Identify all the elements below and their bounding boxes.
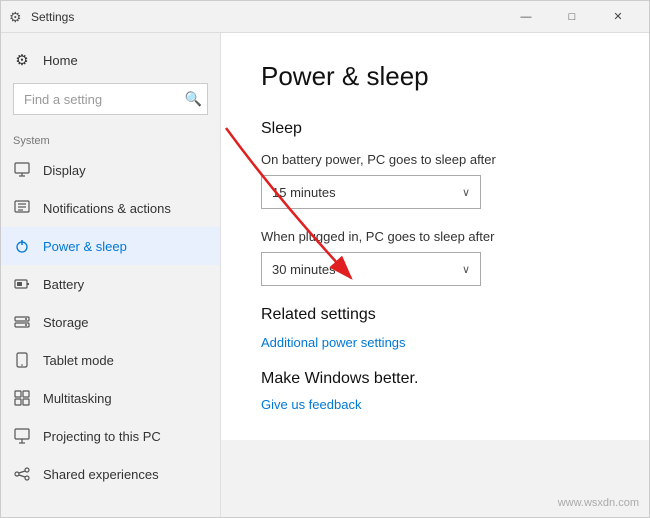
sidebar-item-shared[interactable]: Shared experiences [1, 455, 220, 493]
battery-sleep-dropdown[interactable]: 15 minutes ∨ [261, 175, 481, 209]
sidebar-item-projecting-label: Projecting to this PC [43, 429, 161, 444]
sidebar-item-battery-label: Battery [43, 277, 84, 292]
page-title: Power & sleep [261, 61, 609, 92]
minimize-button[interactable]: — [503, 1, 549, 33]
sidebar-item-tablet[interactable]: Tablet mode [1, 341, 220, 379]
search-icon-button[interactable]: 🔍 [185, 91, 202, 108]
app-icon: ⚙ [9, 9, 25, 25]
multitasking-icon [13, 389, 31, 407]
power-icon [13, 237, 31, 255]
plugged-sleep-value: 30 minutes [272, 262, 336, 277]
sidebar-item-power-label: Power & sleep [43, 239, 127, 254]
tablet-icon [13, 351, 31, 369]
additional-power-settings-link[interactable]: Additional power settings [261, 335, 406, 350]
battery-icon [13, 275, 31, 293]
title-bar: ⚙ Settings — □ ✕ [1, 1, 649, 33]
sidebar-section-label: System [1, 127, 220, 151]
sidebar-item-tablet-label: Tablet mode [43, 353, 114, 368]
settings-window: ⚙ Settings — □ ✕ ⚙ Home 🔍 System [0, 0, 650, 518]
sidebar-item-power[interactable]: Power & sleep [1, 227, 220, 265]
sidebar-item-notifications[interactable]: Notifications & actions [1, 189, 220, 227]
plugged-sleep-label: When plugged in, PC goes to sleep after [261, 229, 609, 244]
sidebar-item-display-label: Display [43, 163, 86, 178]
search-container: 🔍 [13, 83, 208, 115]
search-input[interactable] [13, 83, 208, 115]
sidebar-item-notifications-label: Notifications & actions [43, 201, 171, 216]
window-title: Settings [31, 10, 503, 24]
display-icon [13, 161, 31, 179]
main-content: Power & sleep Sleep On battery power, PC… [221, 33, 649, 440]
shared-icon [13, 465, 31, 483]
app-body: ⚙ Home 🔍 System Display [1, 33, 649, 517]
battery-sleep-value: 15 minutes [272, 185, 336, 200]
plugged-sleep-wrapper: When plugged in, PC goes to sleep after … [261, 229, 609, 286]
battery-sleep-wrapper: On battery power, PC goes to sleep after… [261, 152, 609, 209]
home-icon: ⚙ [13, 51, 31, 69]
maximize-button[interactable]: □ [549, 1, 595, 33]
give-feedback-link[interactable]: Give us feedback [261, 397, 361, 412]
storage-icon [13, 313, 31, 331]
sidebar-item-projecting[interactable]: Projecting to this PC [1, 417, 220, 455]
battery-sleep-label: On battery power, PC goes to sleep after [261, 152, 609, 167]
sidebar-item-multitasking-label: Multitasking [43, 391, 112, 406]
sleep-section-title: Sleep [261, 120, 609, 138]
watermark: www.wsxdn.com [558, 497, 639, 509]
sidebar-item-home-label: Home [43, 53, 78, 68]
sidebar-item-storage-label: Storage [43, 315, 89, 330]
notifications-icon [13, 199, 31, 217]
battery-sleep-chevron: ∨ [462, 186, 470, 199]
window-controls: — □ ✕ [503, 1, 641, 33]
sidebar-item-storage[interactable]: Storage [1, 303, 220, 341]
plugged-sleep-dropdown[interactable]: 30 minutes ∨ [261, 252, 481, 286]
sidebar-item-home[interactable]: ⚙ Home [1, 41, 220, 79]
plugged-sleep-chevron: ∨ [462, 263, 470, 276]
sidebar-item-multitasking[interactable]: Multitasking [1, 379, 220, 417]
main-wrapper: Power & sleep Sleep On battery power, PC… [221, 33, 649, 517]
sidebar-item-display[interactable]: Display [1, 151, 220, 189]
make-better-title: Make Windows better. [261, 370, 609, 388]
sidebar-item-battery[interactable]: Battery [1, 265, 220, 303]
related-settings-title: Related settings [261, 306, 609, 324]
sidebar-item-shared-label: Shared experiences [43, 467, 159, 482]
sidebar: ⚙ Home 🔍 System Display [1, 33, 221, 517]
projecting-icon [13, 427, 31, 445]
close-button[interactable]: ✕ [595, 1, 641, 33]
